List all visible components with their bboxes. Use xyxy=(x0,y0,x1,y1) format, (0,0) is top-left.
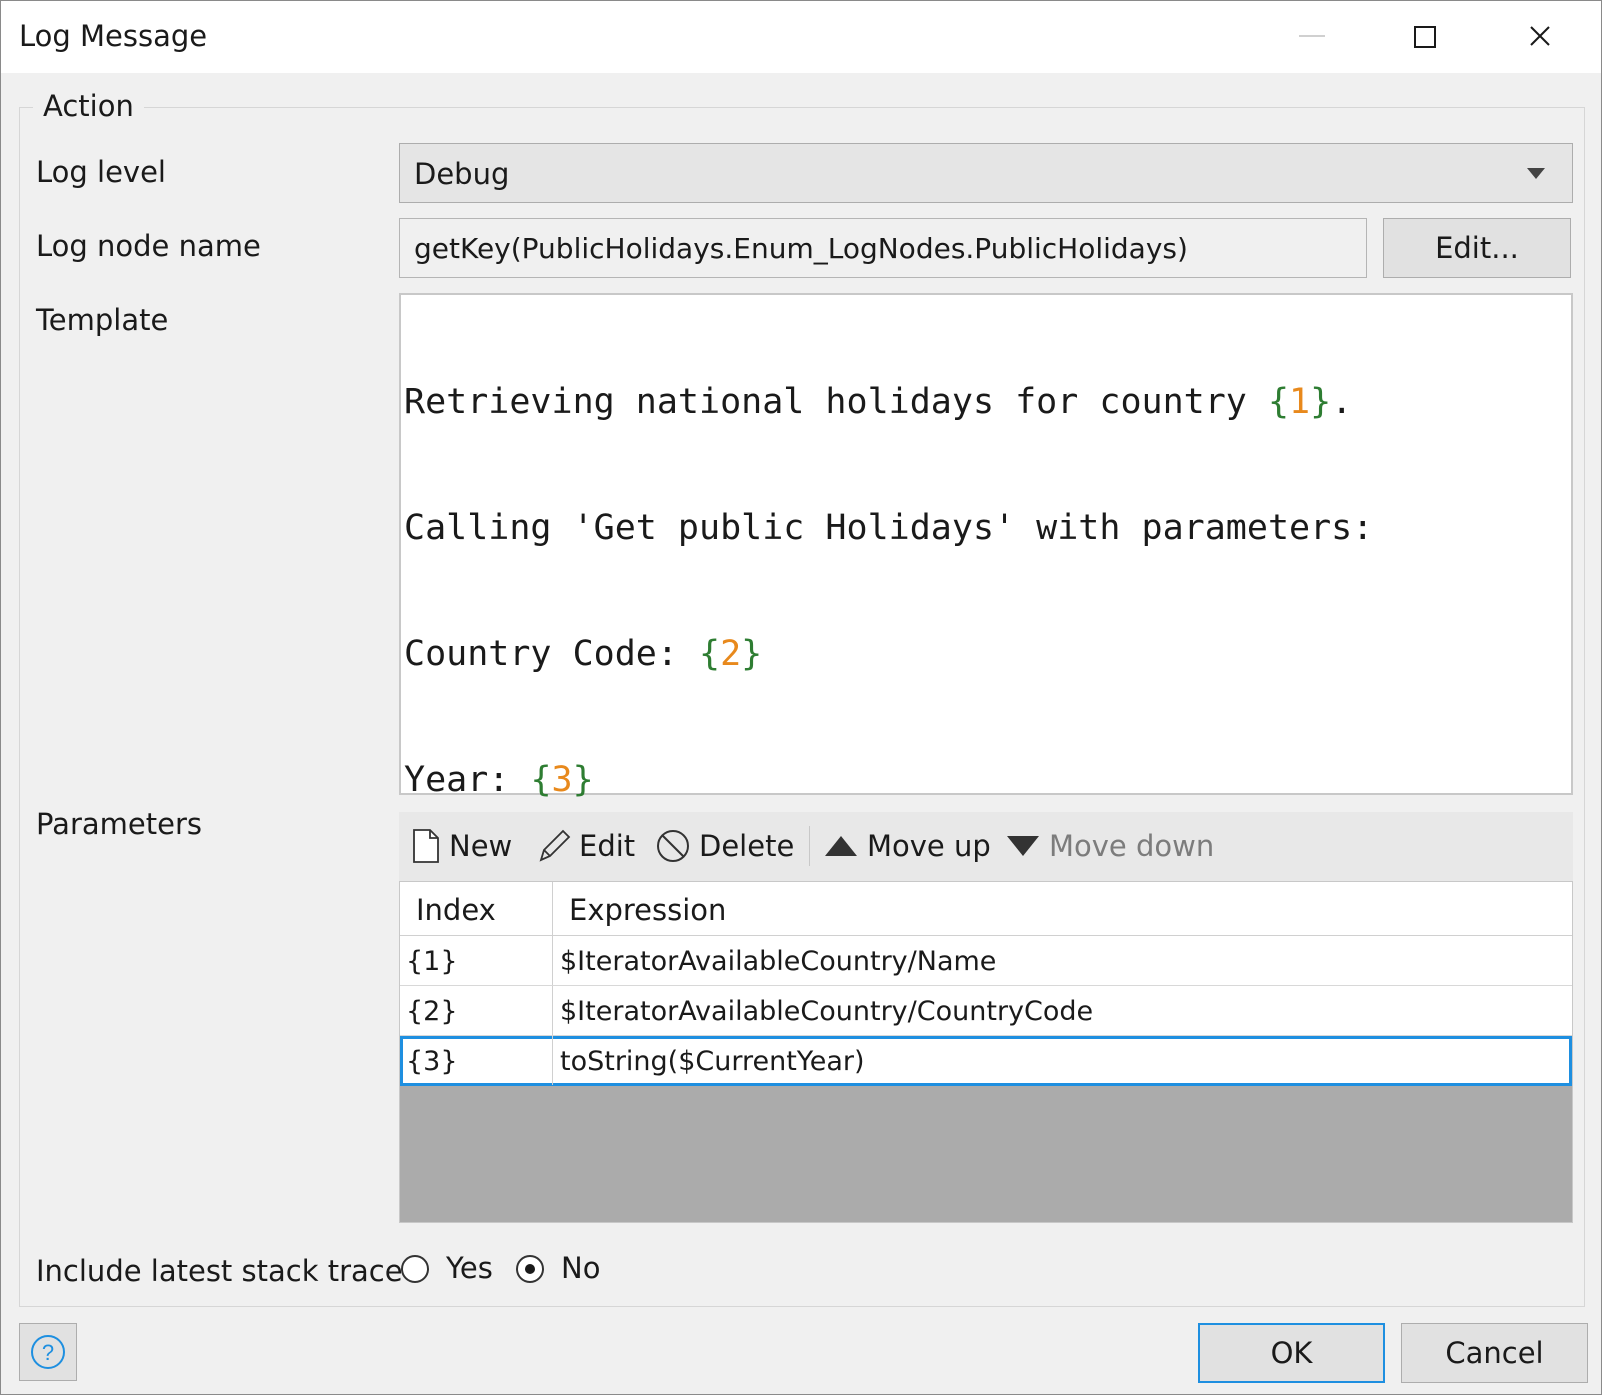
edit-log-node-button[interactable]: Edit... xyxy=(1383,218,1571,278)
row-index: {2} xyxy=(406,996,458,1027)
new-document-icon xyxy=(413,829,439,863)
title-bar: Log Message xyxy=(1,1,1601,73)
delete-parameter-button[interactable]: Delete xyxy=(655,827,794,867)
row-index: {1} xyxy=(406,946,458,977)
log-level-value: Debug xyxy=(414,157,510,191)
table-row-selected[interactable]: {3} toString($CurrentYear) xyxy=(400,1036,1572,1086)
radio-label-no: No xyxy=(561,1251,601,1285)
parameters-label: Parameters xyxy=(36,807,202,841)
action-group-title: Action xyxy=(33,89,144,123)
svg-text:?: ? xyxy=(42,1340,54,1365)
row-expression: toString($CurrentYear) xyxy=(560,1046,865,1077)
log-node-name-field[interactable]: getKey(PublicHolidays.Enum_LogNodes.Publ… xyxy=(399,218,1367,278)
parameters-toolbar: New Edit Delete Move up Move down xyxy=(399,812,1573,882)
row-expression: $IteratorAvailableCountry/Name xyxy=(560,946,997,977)
minimize-icon xyxy=(1299,35,1325,37)
template-editor[interactable]: Retrieving national holidays for country… xyxy=(399,293,1573,800)
chevron-down-icon xyxy=(1527,168,1545,179)
table-row[interactable]: {1} $IteratorAvailableCountry/Name xyxy=(400,936,1572,986)
maximize-button[interactable] xyxy=(1371,1,1483,73)
toolbar-divider xyxy=(809,826,810,866)
radio-button-checked xyxy=(516,1255,544,1283)
log-node-name-value: getKey(PublicHolidays.Enum_LogNodes.Publ… xyxy=(414,232,1188,265)
template-line: Retrieving national holidays for country… xyxy=(404,382,1353,422)
stack-trace-label: Include latest stack trace xyxy=(36,1254,403,1288)
stack-trace-yes-radio[interactable]: Yes xyxy=(401,1251,501,1289)
template-line: Country Code: {2} xyxy=(404,634,763,674)
template-line: Year: {3} xyxy=(404,760,594,800)
radio-button-unchecked xyxy=(401,1255,429,1283)
new-parameter-button[interactable]: New xyxy=(411,827,512,867)
row-index: {3} xyxy=(406,1046,458,1077)
column-header-expression[interactable]: Expression xyxy=(552,882,1572,935)
ok-button[interactable]: OK xyxy=(1198,1323,1385,1383)
row-expression: $IteratorAvailableCountry/CountryCode xyxy=(560,996,1094,1027)
log-level-select[interactable]: Debug xyxy=(399,143,1573,203)
radio-label-yes: Yes xyxy=(446,1251,493,1285)
log-level-label: Log level xyxy=(36,155,166,189)
log-message-dialog: Log Message Action Log level Debug Log n… xyxy=(0,0,1602,1395)
close-button[interactable] xyxy=(1485,1,1597,73)
close-icon xyxy=(1530,26,1550,46)
move-down-button[interactable]: Move down xyxy=(1005,827,1214,867)
column-header-index[interactable]: Index xyxy=(400,882,552,935)
edit-parameter-button[interactable]: Edit xyxy=(537,827,635,867)
parameters-grid[interactable]: Index Expression {1} $IteratorAvailableC… xyxy=(399,881,1573,1223)
move-up-button[interactable]: Move up xyxy=(823,827,991,867)
grid-header: Index Expression xyxy=(400,882,1572,936)
cancel-button[interactable]: Cancel xyxy=(1401,1323,1588,1383)
help-icon: ? xyxy=(31,1335,65,1369)
triangle-up-icon xyxy=(825,836,857,856)
template-label: Template xyxy=(36,303,169,337)
table-row[interactable]: {2} $IteratorAvailableCountry/CountryCod… xyxy=(400,986,1572,1036)
log-node-name-label: Log node name xyxy=(36,229,261,263)
prohibited-icon xyxy=(657,830,689,862)
maximize-icon xyxy=(1414,26,1436,48)
template-line: Calling 'Get public Holidays' with param… xyxy=(404,508,1374,548)
triangle-down-icon xyxy=(1007,836,1039,856)
window-title: Log Message xyxy=(19,19,208,53)
stack-trace-no-radio[interactable]: No xyxy=(516,1251,616,1289)
pencil-icon xyxy=(539,829,571,862)
minimize-button[interactable] xyxy=(1257,1,1369,73)
help-button[interactable]: ? xyxy=(19,1323,77,1381)
